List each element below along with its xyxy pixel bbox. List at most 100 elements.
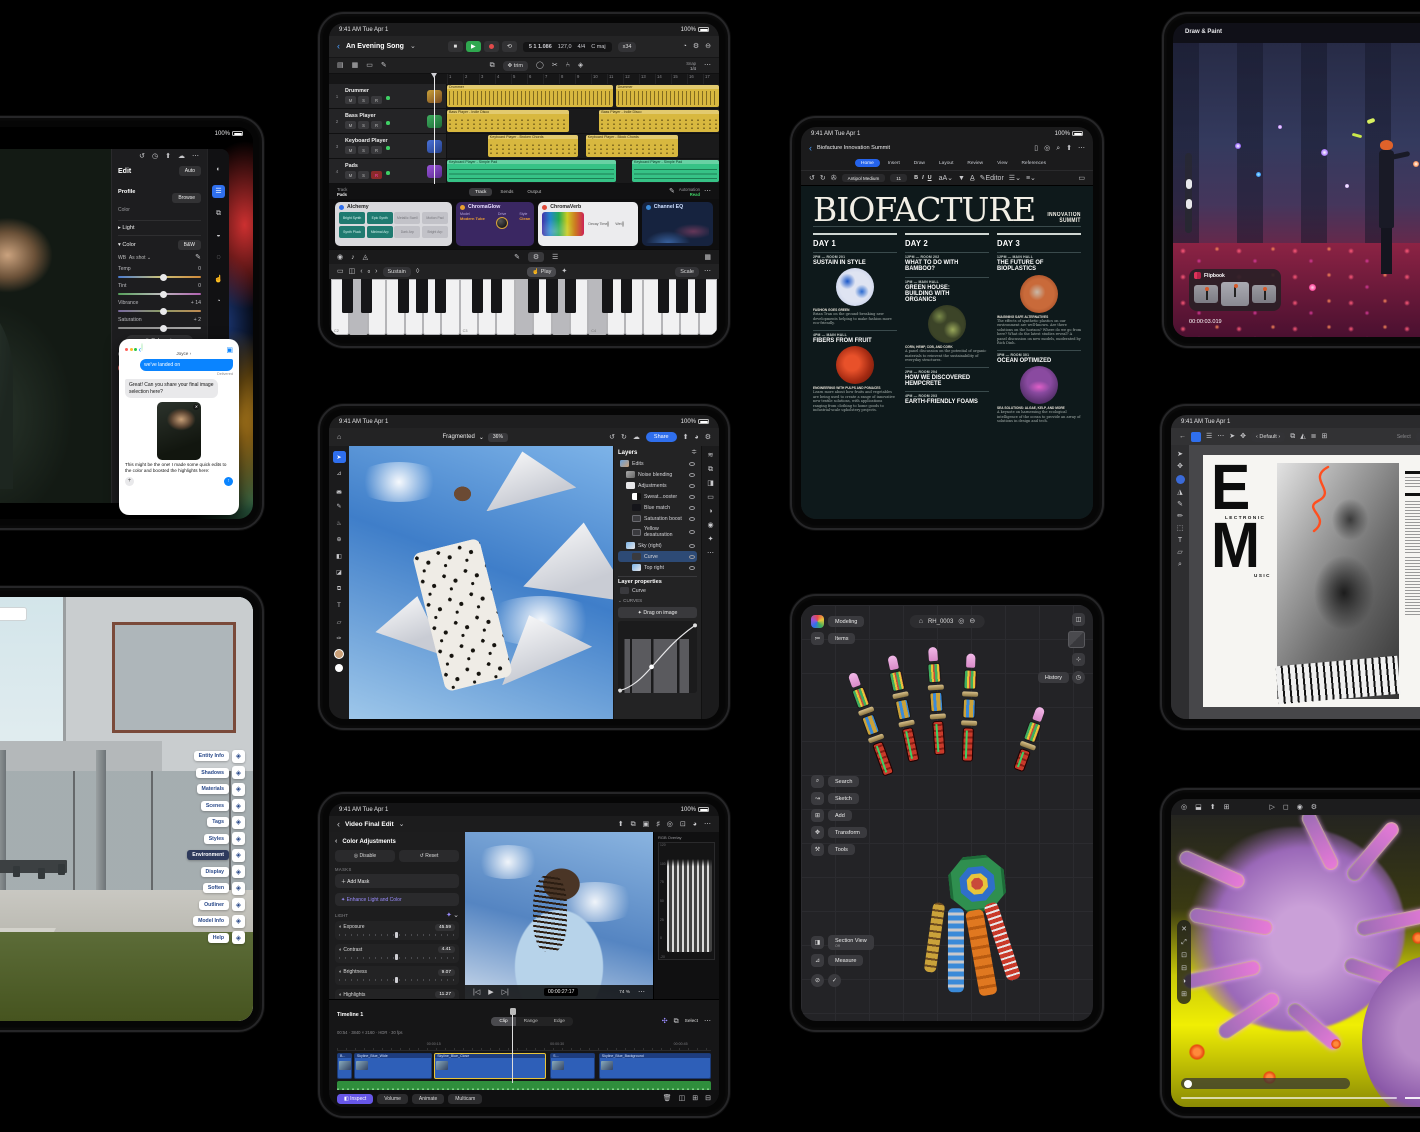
foreground-color[interactable] — [334, 649, 344, 659]
measure-button[interactable]: Measure — [828, 955, 863, 966]
video-clip[interactable]: Skyline_Blue_Close — [434, 1053, 546, 1079]
slider-value[interactable]: 4.41 — [438, 946, 455, 953]
black-key[interactable] — [565, 279, 576, 313]
transform-icon[interactable]: ⧉ — [1290, 433, 1295, 440]
layer-row[interactable]: Edits — [618, 458, 697, 469]
target-icon[interactable]: ◎ — [1181, 804, 1187, 811]
type-tool[interactable]: T — [333, 600, 346, 612]
back-icon[interactable]: ‹ — [337, 42, 340, 51]
back-icon[interactable]: ‹ — [337, 820, 340, 829]
visibility-icon[interactable] — [689, 566, 695, 570]
footer-tab-output[interactable]: Output — [521, 188, 547, 196]
text-effects-icon[interactable]: aA⌄ — [939, 175, 953, 182]
panel-icon[interactable]: ◈ — [232, 750, 245, 763]
pen-tool[interactable]: ✎ — [1177, 501, 1183, 508]
send-button[interactable]: ↑ — [224, 477, 233, 486]
alchemy-snapshot[interactable]: Dark Arp — [394, 226, 420, 238]
grid-icon[interactable]: ⊞ — [1181, 991, 1187, 998]
drag-on-image-button[interactable]: ✦ Drag on image — [618, 607, 697, 618]
frame-scrubber[interactable] — [1181, 1078, 1350, 1089]
tab-layout[interactable]: Layout — [933, 159, 959, 167]
share-icon[interactable]: ⬆ — [618, 821, 624, 828]
black-key[interactable] — [676, 279, 687, 313]
vector-tool[interactable]: ◮ — [1177, 489, 1182, 496]
distance-input[interactable] — [0, 607, 27, 621]
slider-knob[interactable] — [160, 308, 167, 315]
minimize-icon[interactable]: ⊖ — [705, 43, 711, 50]
slider-track[interactable] — [339, 955, 455, 960]
black-key[interactable] — [361, 279, 372, 313]
pause-icon[interactable]: ◉ — [1297, 804, 1303, 811]
alchemy-snapshot[interactable]: Minimal Arp — [367, 226, 393, 238]
add-mask-button[interactable]: ＋ Add Mask — [335, 874, 459, 888]
region[interactable]: Keyboard Player - Simple Pad — [447, 160, 616, 182]
heal-icon[interactable]: ◌ — [212, 251, 225, 264]
panel-icon[interactable]: ◈ — [232, 898, 245, 911]
panel-icon[interactable]: ◈ — [232, 816, 245, 829]
wet-knob[interactable]: Wet — [615, 222, 623, 226]
snap-setting[interactable]: Snap1/4 — [686, 61, 696, 71]
alchemy-snapshot[interactable]: Metallic Swell — [394, 212, 420, 224]
facetime-icon[interactable]: ▣ — [226, 347, 233, 354]
visibility-icon[interactable] — [689, 544, 695, 548]
font-color-icon[interactable]: A̲ — [970, 175, 975, 182]
help-icon[interactable]: ◕ — [693, 821, 697, 828]
clone-tool[interactable]: ♨ — [333, 517, 346, 529]
visibility-icon[interactable] — [689, 555, 695, 559]
panel-icon[interactable]: ◈ — [232, 766, 245, 779]
reset-button[interactable]: ↺ Reset — [399, 850, 459, 862]
versions-icon[interactable]: ◔ — [212, 295, 225, 308]
type-tool[interactable]: T — [1178, 537, 1182, 544]
clock-icon[interactable]: ◷ — [1072, 671, 1085, 684]
crop-icon[interactable]: ⧉ — [212, 207, 225, 220]
slider-track[interactable] — [339, 978, 455, 983]
region[interactable]: Bass Player - Indie Disco — [599, 110, 719, 132]
pencil-icon[interactable]: ✎ — [381, 62, 387, 69]
more-icon[interactable]: ⋯ — [638, 989, 645, 996]
decay-knob[interactable]: Decay Time — [588, 222, 609, 226]
jog-icon[interactable]: ◎ — [667, 821, 673, 828]
track-header[interactable]: 4PadsMSR — [329, 159, 447, 183]
panel-button-scenes[interactable]: Scenes — [201, 801, 229, 811]
inspect-button[interactable]: ◧ Inspect — [337, 1094, 373, 1104]
camera-icon[interactable]: ▣ — [643, 821, 650, 828]
timeline-playhead[interactable] — [512, 1014, 513, 1083]
more-icon[interactable]: ⋯ — [1217, 433, 1224, 440]
orientation-cube[interactable] — [1068, 631, 1085, 648]
play-icon[interactable]: ▷ — [1269, 804, 1274, 811]
panel-button-styles[interactable]: Styles — [204, 834, 229, 844]
erase-icon[interactable]: ◈ — [578, 62, 583, 69]
region[interactable]: Keyboard Player - Block Chords — [586, 135, 678, 157]
settings-icon[interactable]: ⋯ — [704, 821, 711, 828]
select-tool[interactable]: ➤ — [1177, 451, 1183, 458]
track-header[interactable]: 1DrummerMSR — [329, 84, 447, 108]
panel-button-help[interactable]: Help — [208, 933, 229, 943]
black-key[interactable] — [435, 279, 446, 313]
tools-icon[interactable]: ⚒ — [811, 843, 824, 856]
search-icon[interactable]: ⌕ — [811, 775, 824, 788]
eyedropper-icon[interactable]: ✎ — [195, 254, 201, 261]
alchemy-snapshot[interactable]: Bright Synth — [339, 212, 365, 224]
cloud-icon[interactable]: ☁ — [178, 153, 185, 160]
browse-button[interactable]: Browse — [172, 193, 201, 203]
grid-icon[interactable]: ⊹ — [1072, 653, 1085, 666]
visibility-icon[interactable] — [689, 495, 695, 499]
plugin-chromaverb[interactable]: ChromaVerb Decay Time Wet — [538, 202, 637, 246]
alchemy-snapshot[interactable]: Synth Pluck — [339, 226, 365, 238]
history-icon[interactable]: ◷ — [152, 153, 158, 160]
duplicate-icon[interactable]: ⊞ — [1321, 433, 1327, 440]
home-icon[interactable]: ⌂ — [337, 434, 341, 441]
retime-icon[interactable]: ⊟ — [705, 1095, 711, 1102]
keyboard-settings-icon[interactable]: ⚙ — [528, 252, 544, 262]
move-tool[interactable]: ➤ — [333, 451, 346, 463]
app-logo[interactable] — [811, 615, 824, 628]
slider-knob[interactable] — [160, 274, 167, 281]
more-icon[interactable]: ⋯ — [1078, 145, 1085, 152]
power-icon[interactable] — [646, 205, 651, 210]
video-clip[interactable]: Skyline_Blue_Wide — [354, 1053, 433, 1079]
frame-tool[interactable]: ⬚ — [1177, 525, 1184, 532]
layers-icon[interactable]: ⊟ — [1181, 965, 1187, 972]
move-tool[interactable]: ✥ — [1177, 463, 1183, 470]
more-icon[interactable]: ⋯ — [704, 62, 711, 69]
tool-sketch[interactable]: Sketch — [828, 793, 859, 804]
